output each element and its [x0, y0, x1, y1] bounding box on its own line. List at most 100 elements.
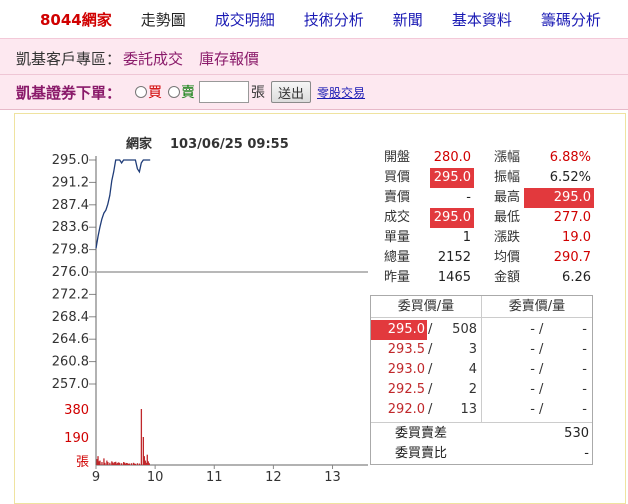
quote-right-value: 19.0 — [562, 230, 591, 245]
quote-left-value: 1465 — [437, 270, 471, 285]
ask-price: - — [530, 362, 535, 377]
book-divider-vertical — [481, 296, 482, 422]
quote-right-label: 振幅 — [494, 170, 521, 185]
bid-price: 295.0 — [371, 320, 427, 340]
time-tick-label: 11 — [206, 470, 223, 485]
ask-header: 委賣價/量 — [508, 299, 566, 314]
ask-qty: - — [582, 382, 587, 397]
bid-ask-diff-label: 委買賣差 — [395, 426, 448, 441]
bid-qty: 4 — [468, 362, 477, 377]
order-book: 委買價/量 委賣價/量 295.0/508 293.5/3 293.0/4 292.5… — [370, 295, 593, 465]
ask-slash: / — [539, 322, 544, 337]
volume-bar — [104, 462, 106, 465]
quote-left-label: 昨量 — [384, 270, 411, 285]
volume-tick-label: 380 — [64, 403, 89, 418]
quote-left-value: 2152 — [437, 250, 471, 265]
price-tick-label: 272.2 — [52, 287, 89, 302]
quote-right-value: 290.7 — [553, 250, 591, 265]
price-line — [95, 159, 151, 249]
quote-right-value: 277.0 — [553, 210, 591, 225]
price-tick-label: 257.0 — [52, 377, 89, 392]
ask-price: - — [530, 382, 535, 397]
price-tick-label: 279.8 — [52, 243, 89, 258]
volume-bar — [109, 462, 111, 465]
ask-qty: - — [582, 322, 587, 337]
quote-left-label: 成交 — [384, 210, 411, 225]
book-divider-header — [371, 317, 592, 318]
ask-qty: - — [582, 362, 587, 377]
ask-slash: / — [539, 342, 544, 357]
time-tick-label: 12 — [265, 470, 282, 485]
price-tick-label: 268.4 — [52, 310, 89, 325]
ask-slash: / — [539, 382, 544, 397]
quote-right-value: 6.88% — [549, 150, 591, 165]
volume-bar — [99, 460, 101, 465]
quote-left-value: 1 — [462, 230, 471, 245]
quote-right-label: 最低 — [494, 210, 521, 225]
price-tick-label: 295.0 — [52, 153, 89, 168]
volume-bar — [140, 409, 143, 465]
bid-qty: 2 — [468, 382, 477, 397]
quote-right-value: 295.0 — [524, 188, 594, 208]
quote-right-label: 均價 — [494, 250, 521, 265]
bid-ask-ratio-label: 委買賣比 — [395, 446, 448, 461]
quote-right-label: 金額 — [494, 270, 521, 285]
quote-left-value: - — [466, 190, 471, 205]
bid-ask-ratio-value: - — [584, 446, 589, 461]
ask-qty: - — [582, 402, 587, 417]
bid-slash: / — [428, 382, 433, 397]
volume-bar — [130, 463, 133, 465]
ask-slash: / — [539, 402, 544, 417]
price-tick-label: 276.0 — [52, 265, 89, 280]
price-tick-label: 291.2 — [52, 175, 89, 190]
quote-right-value: 6.52% — [549, 170, 591, 185]
quote-left-label: 賣價 — [384, 190, 411, 205]
bid-price: 293.0 — [387, 362, 425, 377]
volume-bar — [101, 462, 103, 465]
volume-bar — [107, 462, 109, 465]
time-tick-label: 10 — [147, 470, 164, 485]
quote-left-value: 295.0 — [430, 168, 474, 188]
price-tick-label: 260.8 — [52, 355, 89, 370]
volume-bar — [119, 462, 121, 465]
price-tick-label: 283.6 — [52, 220, 89, 235]
quote-right-label: 最高 — [494, 190, 521, 205]
quote-right-label: 漲跌 — [494, 230, 521, 245]
volume-bar — [134, 463, 137, 465]
quote-left-label: 開盤 — [384, 150, 411, 165]
bid-qty: 508 — [452, 322, 477, 337]
volume-bar — [138, 463, 141, 465]
quote-right-label: 漲幅 — [494, 150, 521, 165]
ask-price: - — [530, 342, 535, 357]
bid-slash: / — [428, 322, 433, 337]
ask-price: - — [530, 322, 535, 337]
book-divider-footer — [371, 422, 592, 423]
quote-left-label: 總量 — [384, 250, 411, 265]
ask-price: - — [530, 402, 535, 417]
bid-slash: / — [428, 362, 433, 377]
price-tick-label: 287.4 — [52, 198, 89, 213]
bid-ask-diff-value: 530 — [564, 426, 589, 441]
volume-bar — [121, 463, 123, 465]
bid-slash: / — [428, 402, 433, 417]
bid-qty: 13 — [460, 402, 477, 417]
quote-left-value: 280.0 — [433, 150, 471, 165]
bid-header: 委買價/量 — [397, 299, 455, 314]
ask-slash: / — [539, 362, 544, 377]
volume-tick-label: 190 — [64, 431, 89, 446]
volume-bar — [128, 463, 131, 465]
bid-price: 292.5 — [387, 382, 425, 397]
time-tick-label: 13 — [324, 470, 341, 485]
price-tick-label: 264.6 — [52, 332, 89, 347]
bid-qty: 3 — [468, 342, 477, 357]
quote-right-value: 6.26 — [562, 270, 591, 285]
ask-qty: - — [582, 342, 587, 357]
quote-left-label: 買價 — [384, 170, 411, 185]
quote-left-label: 單量 — [384, 230, 411, 245]
volume-bar — [148, 463, 150, 465]
volume-bar — [136, 463, 139, 465]
time-tick-label: 9 — [92, 470, 100, 485]
bid-slash: / — [428, 342, 433, 357]
bid-price: 292.0 — [387, 402, 425, 417]
bid-price: 293.5 — [387, 342, 425, 357]
